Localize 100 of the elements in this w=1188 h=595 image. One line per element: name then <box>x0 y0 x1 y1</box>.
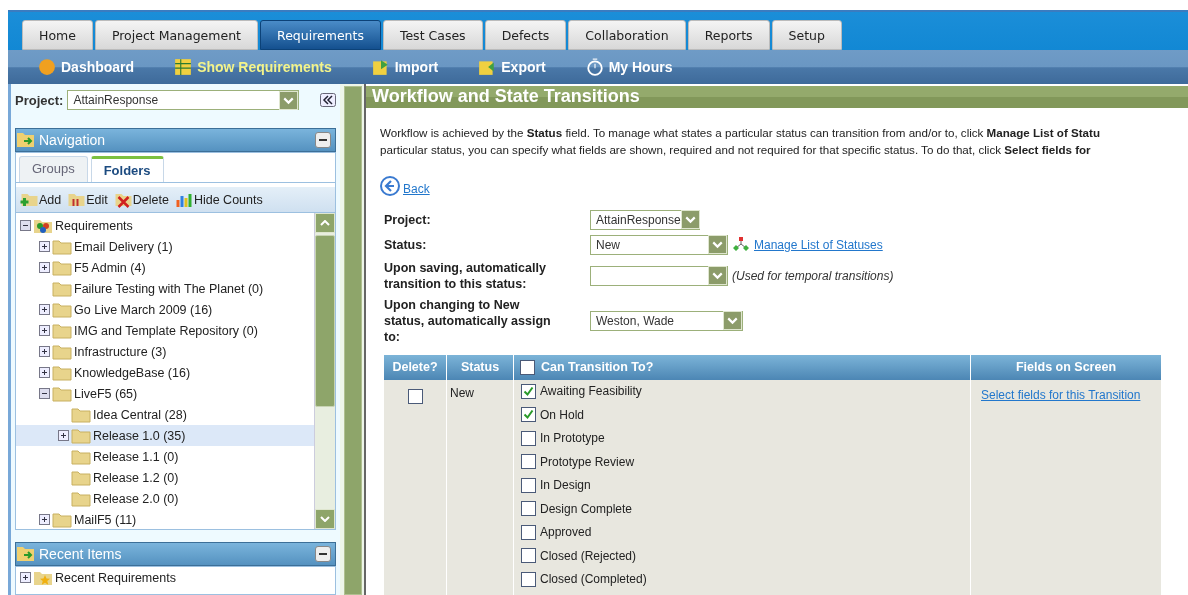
sub-nav-link[interactable]: Import <box>371 58 439 76</box>
minimize-icon[interactable] <box>315 546 331 562</box>
collapse-sidebar-icon[interactable] <box>320 93 336 107</box>
transition-label: Approved <box>540 525 592 540</box>
tree-item[interactable]: Release 1.2 (0) <box>16 467 314 488</box>
collapse-icon[interactable] <box>39 388 50 399</box>
edit-folder-icon <box>67 191 86 208</box>
dropdown-field[interactable]: Weston, Wade <box>590 310 743 331</box>
folder-icon <box>71 406 91 423</box>
sub-nav-link[interactable]: Dashboard <box>38 58 135 76</box>
sub-nav-link[interactable]: Show Requirements <box>174 58 332 76</box>
transition-label: Design Complete <box>540 501 633 516</box>
workflow-icon <box>732 235 750 254</box>
nav-tab[interactable]: Requirements <box>260 20 381 50</box>
transition-checkbox[interactable] <box>521 477 536 493</box>
folder-icon <box>52 238 72 255</box>
expand-icon[interactable] <box>39 346 50 357</box>
status-cell: New <box>450 385 474 400</box>
expand-icon[interactable] <box>39 325 50 336</box>
transition-checkbox[interactable] <box>521 454 536 470</box>
tree-item[interactable]: F5 Admin (4) <box>16 257 314 278</box>
column-header: Can Transition To? <box>514 354 971 380</box>
transition-checkbox[interactable] <box>521 571 536 587</box>
caret-icon[interactable] <box>708 235 727 254</box>
expand-icon[interactable] <box>39 262 50 273</box>
back-link[interactable]: Back <box>403 181 430 196</box>
tree-item[interactable]: Release 1.1 (0) <box>16 446 314 467</box>
tree-item[interactable]: Failure Testing with The Planet (0) <box>16 278 314 299</box>
caret-icon[interactable] <box>723 311 742 330</box>
expand-icon[interactable] <box>39 304 50 315</box>
tree-item[interactable]: Release 2.0 (0) <box>16 488 314 509</box>
folder-icon <box>52 511 72 528</box>
tree-item-label: Go Live March 2009 (16) <box>74 302 213 317</box>
transition-label: Awaiting Feasibility <box>540 384 642 399</box>
plus-folder-icon <box>20 191 38 208</box>
dropdown-field[interactable]: New <box>590 234 728 255</box>
toolbar-button[interactable]: Add <box>20 191 62 208</box>
dropdown-field[interactable] <box>590 265 728 286</box>
scrollbar-thumb[interactable] <box>315 235 335 407</box>
expand-icon[interactable] <box>39 367 50 378</box>
transition-checkbox[interactable] <box>521 383 536 399</box>
caret-icon[interactable] <box>279 90 299 110</box>
project-select[interactable]: AttainResponse <box>67 90 300 110</box>
nav-tab[interactable]: Test Cases <box>382 20 483 50</box>
caret-icon[interactable] <box>680 210 700 229</box>
form-label: Status: <box>384 236 428 253</box>
transition-checkbox[interactable] <box>521 430 536 446</box>
tree-item[interactable]: KnowledgeBase (16) <box>16 362 314 383</box>
toolbar-button[interactable]: Hide Counts <box>174 191 263 208</box>
stopwatch-icon <box>585 58 604 76</box>
nav-tab[interactable]: Setup <box>771 20 842 50</box>
tree-item[interactable]: LiveF5 (65) <box>16 383 314 404</box>
intro-text: Workflow is achieved by the Status field. To manage what states a particular status can transition from and/or to, click Manage List of Statu <box>380 124 1101 141</box>
tree-item[interactable]: Email Delivery (1) <box>16 236 314 257</box>
nav-tab[interactable]: Reports <box>687 20 770 50</box>
tree-item[interactable]: Infrastructure (3) <box>16 341 314 362</box>
nav-tab[interactable]: Home <box>22 20 93 50</box>
page-title: Workflow and State Transitions <box>366 86 1188 108</box>
delete-checkbox[interactable] <box>407 388 423 404</box>
folder-arrow-icon <box>16 545 36 563</box>
sub-nav-link[interactable]: Export <box>478 58 546 76</box>
panel-tab[interactable]: Folders <box>90 156 164 182</box>
form-label: Upon changing to New status, automatically assign to: <box>384 296 552 345</box>
minimize-icon[interactable] <box>315 132 331 148</box>
column-header: Fields on Screen <box>971 354 1162 380</box>
expand-icon[interactable] <box>39 241 50 252</box>
transition-checkbox[interactable] <box>521 501 536 517</box>
transition-checkbox[interactable] <box>521 407 536 423</box>
sub-nav-link[interactable]: My Hours <box>585 58 673 76</box>
tree-item[interactable]: Release 1.0 (35) <box>16 425 314 446</box>
toolbar-button[interactable]: Delete <box>113 191 169 208</box>
form-label: Upon saving, automatically transition to this status: <box>384 259 547 292</box>
toolbar-button[interactable]: Edit <box>67 191 108 208</box>
tree-item[interactable]: Go Live March 2009 (16) <box>16 299 314 320</box>
expand-icon[interactable] <box>58 430 69 441</box>
folder-icon <box>71 427 91 444</box>
panel-tab[interactable]: Groups <box>19 156 88 182</box>
tree-item[interactable]: Recent Requirements <box>16 567 335 588</box>
folder-icon <box>52 301 72 318</box>
nav-tab[interactable]: Project Management <box>94 20 258 50</box>
tree-item[interactable]: MailF5 (11) <box>16 509 314 529</box>
transition-checkbox[interactable] <box>521 524 536 540</box>
expand-icon[interactable] <box>39 514 50 525</box>
tree-item-label: F5 Admin (4) <box>74 260 146 275</box>
transition-label: In Design <box>540 478 591 493</box>
nav-tab[interactable]: Collaboration <box>568 20 686 50</box>
collapse-icon[interactable] <box>20 220 31 231</box>
select-all-checkbox[interactable] <box>520 359 535 375</box>
caret-icon[interactable] <box>708 266 727 285</box>
tree-item[interactable]: Idea Central (28) <box>16 404 314 425</box>
tree-item-label: IMG and Template Repository (0) <box>74 323 258 338</box>
tree-item[interactable]: Requirements <box>16 215 314 236</box>
dropdown-field[interactable]: AttainResponse <box>590 209 700 230</box>
expand-icon[interactable] <box>20 572 31 583</box>
transition-checkbox[interactable] <box>521 548 536 564</box>
pie-chart-icon <box>38 58 56 76</box>
manage-statuses-link[interactable]: Manage List of Statuses <box>754 237 883 252</box>
tree-item[interactable]: IMG and Template Repository (0) <box>16 320 314 341</box>
select-fields-link[interactable]: Select fields for this Transition <box>981 387 1141 402</box>
nav-tab[interactable]: Defects <box>484 20 567 50</box>
